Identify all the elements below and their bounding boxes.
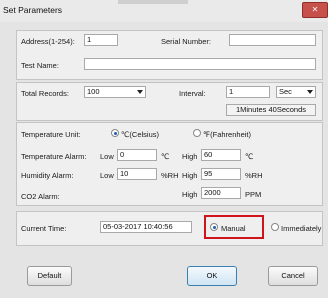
- ok-button[interactable]: OK: [187, 266, 237, 286]
- interval-summary: 1Minutes 40Seconds: [226, 104, 316, 116]
- interval-summary-text: 1Minutes 40Seconds: [235, 105, 307, 114]
- default-button[interactable]: Default: [27, 266, 72, 286]
- humidity-low-label: Low: [100, 171, 114, 180]
- chevron-down-icon: [307, 90, 313, 94]
- co2-alarm-label: CO2 Alarm:: [21, 192, 60, 201]
- total-records-label: Total Records:: [21, 89, 69, 98]
- interval-label: Interval:: [179, 89, 206, 98]
- fahrenheit-label[interactable]: ℉(Fahrenheit): [203, 130, 251, 139]
- manual-label[interactable]: Manual: [221, 224, 246, 233]
- current-time-label: Current Time:: [21, 224, 67, 233]
- address-label: Address(1-254):: [21, 37, 75, 46]
- total-records-value: 100: [87, 87, 100, 96]
- immediately-label[interactable]: Immediately: [281, 224, 321, 233]
- temperature-unit-label: Temperature Unit:: [21, 130, 81, 139]
- address-field[interactable]: 1: [84, 34, 118, 46]
- interval-unit-value: Sec: [279, 87, 292, 96]
- current-time-field[interactable]: 05-03-2017 10:40:56: [100, 221, 192, 233]
- close-icon[interactable]: ✕: [312, 5, 319, 14]
- co2-high-label: High: [182, 190, 198, 199]
- serial-number-field[interactable]: [229, 34, 316, 46]
- co2-high-unit: PPM: [245, 190, 262, 199]
- close-button[interactable]: ✕: [302, 2, 328, 18]
- manual-radio[interactable]: [210, 223, 218, 231]
- humidity-high-field[interactable]: 95: [201, 168, 241, 180]
- chevron-down-icon: [137, 90, 143, 94]
- humidity-alarm-label: Humidity Alarm:: [21, 171, 74, 180]
- cancel-button[interactable]: Cancel: [268, 266, 318, 286]
- co2-high-field[interactable]: 2000: [201, 187, 241, 199]
- humidity-low-field[interactable]: 10: [117, 168, 157, 180]
- temperature-low-unit: ℃: [161, 152, 170, 161]
- title-bar: Set Parameters ✕: [0, 0, 328, 22]
- humidity-high-label: High: [182, 171, 198, 180]
- window-title: Set Parameters: [3, 5, 63, 15]
- temperature-low-label: Low: [100, 152, 114, 161]
- test-name-label: Test Name:: [21, 61, 59, 70]
- celsius-label[interactable]: ℃(Celsius): [121, 130, 159, 139]
- temperature-high-unit: ℃: [245, 152, 254, 161]
- test-name-field[interactable]: [84, 58, 316, 70]
- interval-field[interactable]: 1: [226, 86, 270, 98]
- humidity-low-unit: %RH: [161, 171, 179, 180]
- temperature-low-field[interactable]: 0: [117, 149, 157, 161]
- temperature-alarm-label: Temperature Alarm:: [21, 152, 87, 161]
- title-bar-artifact: [118, 0, 188, 4]
- humidity-high-unit: %RH: [245, 171, 263, 180]
- temperature-high-label: High: [182, 152, 198, 161]
- celsius-radio[interactable]: [111, 129, 119, 137]
- interval-unit-combo[interactable]: Sec: [276, 86, 316, 98]
- total-records-combo[interactable]: 100: [84, 86, 146, 98]
- serial-number-label: Serial Number:: [161, 37, 212, 46]
- temperature-high-field[interactable]: 60: [201, 149, 241, 161]
- fahrenheit-radio[interactable]: [193, 129, 201, 137]
- immediately-radio[interactable]: [271, 223, 279, 231]
